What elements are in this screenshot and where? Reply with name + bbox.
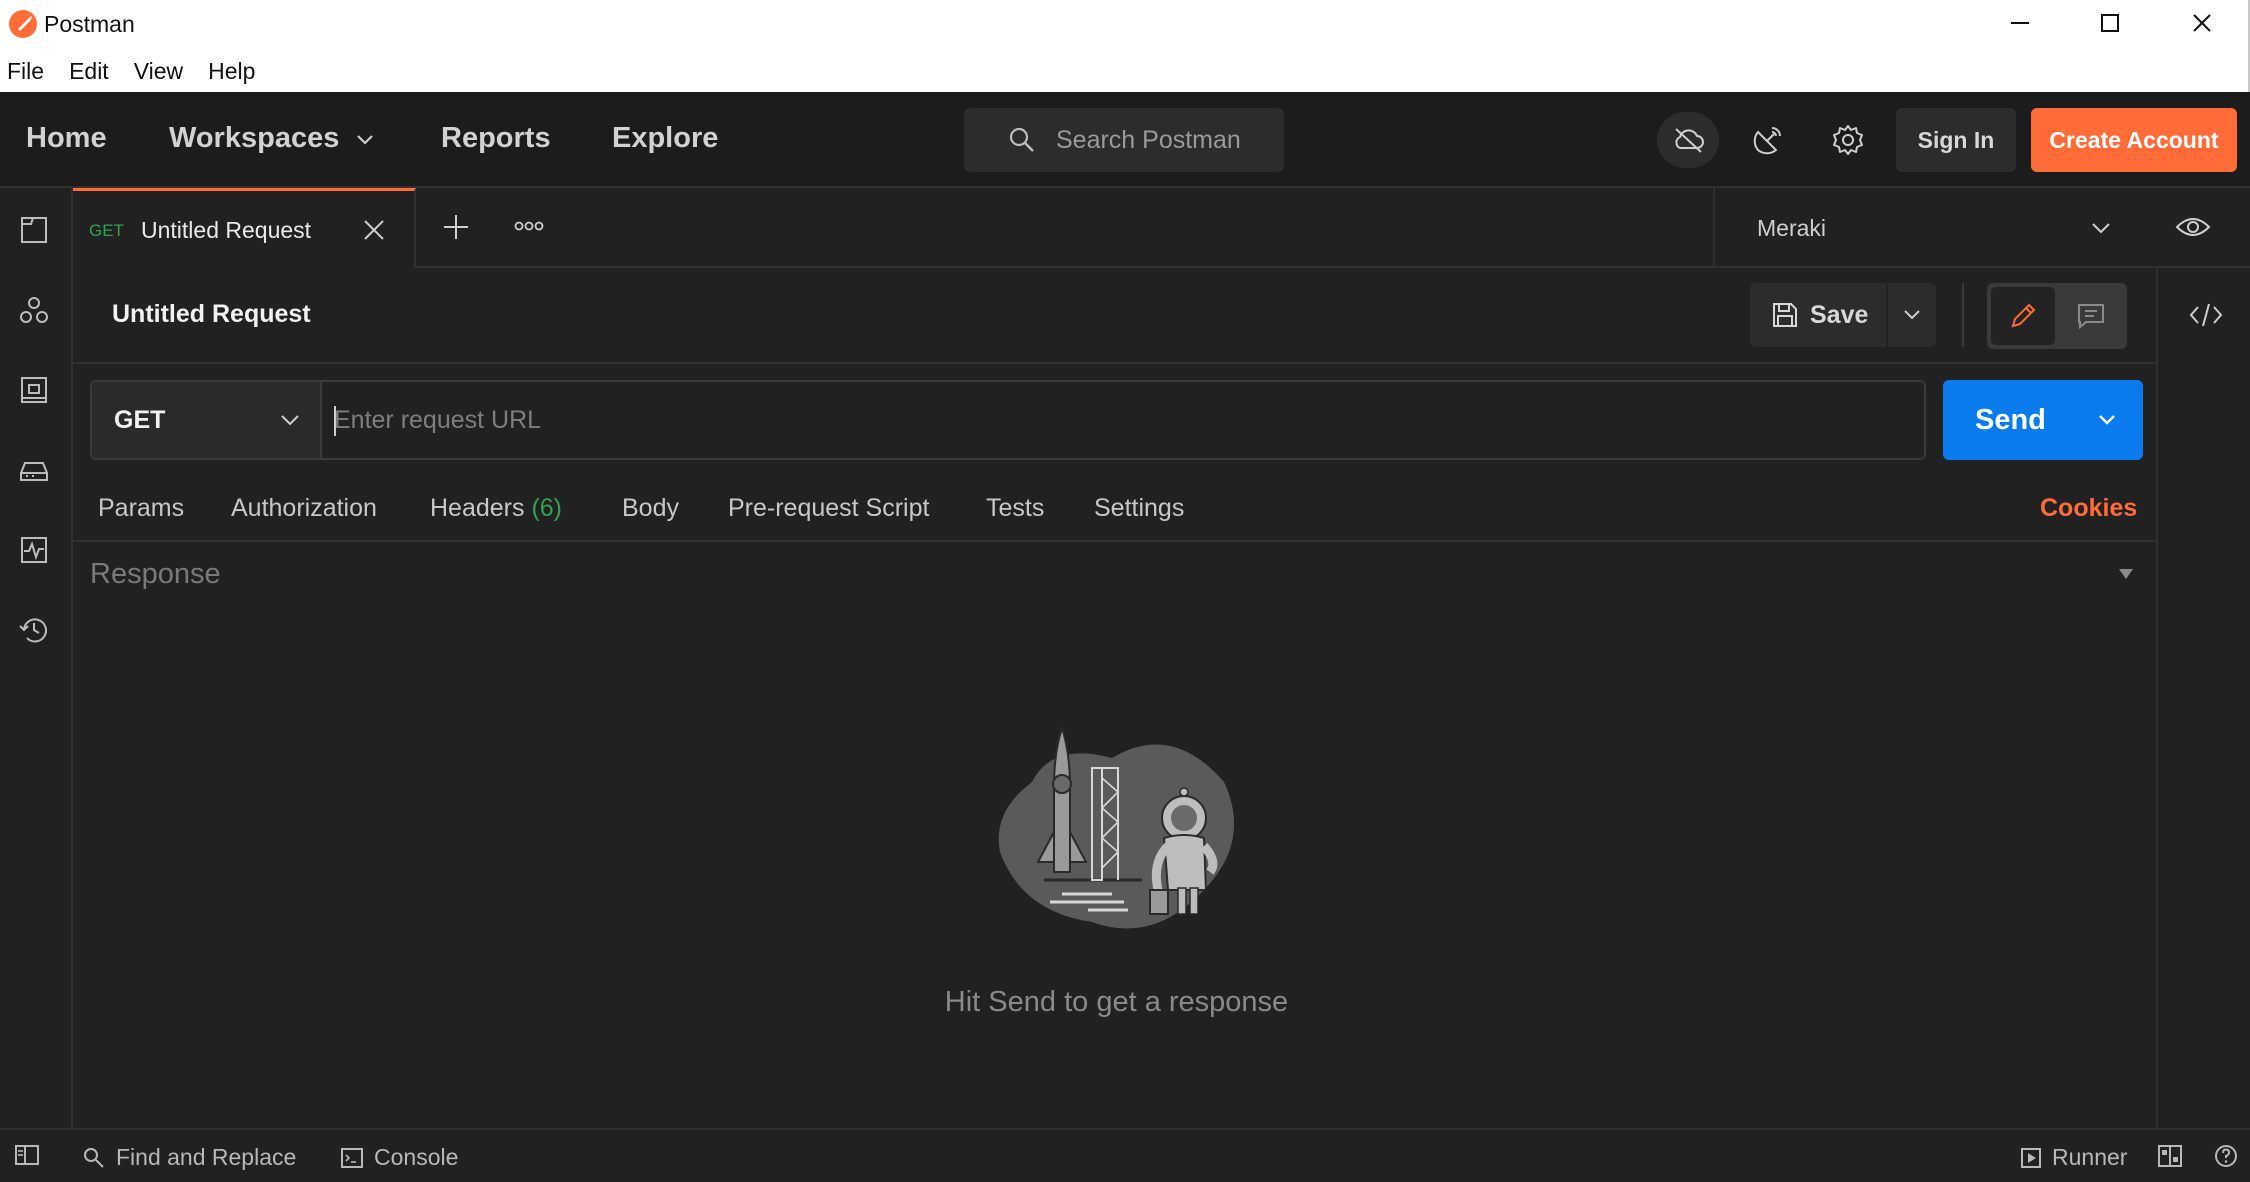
tab-authorization[interactable]: Authorization <box>231 494 377 523</box>
search-placeholder: Search Postman <box>1056 125 1241 154</box>
method-select[interactable]: GET <box>92 382 322 458</box>
chevron-down-icon <box>2089 216 2113 240</box>
minimize-button[interactable] <box>1974 0 2066 46</box>
cookies-link[interactable]: Cookies <box>2040 494 2137 523</box>
tab-title: Untitled Request <box>141 217 312 243</box>
close-window-button[interactable] <box>2156 0 2248 46</box>
headers-count-badge: (6) <box>531 494 563 522</box>
url-bar: GET <box>90 380 1926 460</box>
tab-method-badge: GET <box>89 221 124 240</box>
new-tab-plus-icon[interactable] <box>441 212 471 242</box>
chevron-down-icon[interactable] <box>2095 408 2119 432</box>
response-label: Response <box>90 558 221 590</box>
console-label: Console <box>374 1144 459 1170</box>
tab-body[interactable]: Body <box>622 494 679 523</box>
runner-button[interactable]: Runner <box>2020 1144 2127 1171</box>
comment-icon <box>2078 304 2104 330</box>
menu-help[interactable]: Help <box>208 54 255 90</box>
send-label: Send <box>1975 404 2046 436</box>
nav-home[interactable]: Home <box>26 122 107 155</box>
divider <box>1962 283 1964 347</box>
method-value: GET <box>114 406 166 434</box>
monitors-icon[interactable] <box>16 532 52 568</box>
menu-file[interactable]: File <box>7 54 44 90</box>
play-icon <box>2021 1147 2041 1168</box>
tab-params[interactable]: Params <box>98 494 184 523</box>
runner-label: Runner <box>2052 1144 2128 1170</box>
code-icon[interactable] <box>2188 300 2224 330</box>
window-title: Postman <box>44 11 135 37</box>
environment-selector[interactable]: Meraki <box>1713 188 2250 268</box>
nav-explore[interactable]: Explore <box>612 122 718 155</box>
text-cursor <box>334 406 336 436</box>
find-replace-label: Find and Replace <box>116 1144 297 1170</box>
more-tabs-icon[interactable] <box>513 216 545 236</box>
request-tabs: Params Authorization Headers (6) Body Pr… <box>73 470 2156 542</box>
tab-pre-request-script[interactable]: Pre-request Script <box>728 494 929 523</box>
request-title[interactable]: Untitled Request <box>112 300 311 329</box>
menu-edit[interactable]: Edit <box>69 54 109 90</box>
title-row: Postman <box>0 0 2248 48</box>
environment-name: Meraki <box>1757 215 1827 241</box>
collections-icon[interactable] <box>16 212 52 248</box>
history-icon[interactable] <box>16 612 52 648</box>
tab-headers[interactable]: Headers (6) <box>430 494 562 523</box>
nav-workspaces[interactable]: Workspaces <box>169 122 375 155</box>
menu-bar: File Edit View Help <box>0 54 273 90</box>
nav-reports[interactable]: Reports <box>441 122 551 155</box>
toggle-sidebar-icon[interactable] <box>14 1144 50 1166</box>
postman-logo-icon <box>9 10 37 38</box>
empty-response-message: Hit Send to get a response <box>944 986 1289 1018</box>
two-pane-view-icon[interactable] <box>2157 1144 2193 1168</box>
nav-workspaces-label: Workspaces <box>169 122 340 154</box>
tab-settings[interactable]: Settings <box>1094 494 1184 523</box>
maximize-button[interactable] <box>2064 0 2156 46</box>
rocket-astronaut-illustration <box>992 722 1240 946</box>
tab-tests[interactable]: Tests <box>986 494 1044 523</box>
settings-gear-icon[interactable] <box>1817 112 1879 168</box>
eye-icon[interactable] <box>2175 212 2211 242</box>
tab-untitled-request[interactable]: GET Untitled Request <box>73 188 416 268</box>
save-button[interactable]: Save <box>1750 283 1886 347</box>
create-account-button[interactable]: Create Account <box>2031 108 2237 172</box>
menu-view[interactable]: View <box>134 54 183 90</box>
apis-icon[interactable] <box>16 292 52 328</box>
find-replace-button[interactable]: Find and Replace <box>82 1144 296 1171</box>
satellite-icon[interactable] <box>1737 112 1799 168</box>
environments-icon[interactable] <box>16 372 52 408</box>
terminal-icon <box>341 1147 363 1168</box>
edit-mode-button[interactable] <box>1991 287 2055 345</box>
status-bar: Find and Replace Console Runner <box>0 1128 2250 1182</box>
response-header: Response <box>90 556 2140 592</box>
os-title-bar: Postman File Edit View Help <box>0 0 2250 92</box>
chevron-down-icon <box>278 408 302 432</box>
tab-headers-label: Headers <box>430 494 525 522</box>
help-icon[interactable] <box>2214 1144 2248 1168</box>
chevron-down-icon <box>355 129 375 149</box>
search-icon <box>84 1147 104 1168</box>
sync-cloud-icon[interactable] <box>1657 112 1719 168</box>
save-label: Save <box>1810 300 1869 329</box>
chevron-down-icon <box>1904 310 1920 320</box>
search-box[interactable]: Search Postman <box>964 108 1284 172</box>
close-icon[interactable] <box>361 217 387 243</box>
console-button[interactable]: Console <box>340 1144 458 1171</box>
collapse-triangle-icon[interactable] <box>2118 568 2134 580</box>
view-mode-toggle <box>1987 283 2127 349</box>
request-header: Untitled Request Save <box>73 268 2156 364</box>
search-icon <box>1008 126 1036 154</box>
save-dropdown-button[interactable] <box>1888 283 1936 347</box>
comments-mode-button[interactable] <box>2059 287 2123 345</box>
send-button[interactable]: Send <box>1943 380 2143 460</box>
mock-servers-icon[interactable] <box>16 452 52 488</box>
app-header: Home Workspaces Reports Explore Search P… <box>0 92 2250 188</box>
save-icon <box>1770 300 1800 330</box>
tab-bar: GET Untitled Request Meraki <box>73 188 2250 268</box>
sign-in-button[interactable]: Sign In <box>1896 108 2016 172</box>
url-input[interactable] <box>334 384 1914 456</box>
pencil-icon <box>2011 303 2036 328</box>
